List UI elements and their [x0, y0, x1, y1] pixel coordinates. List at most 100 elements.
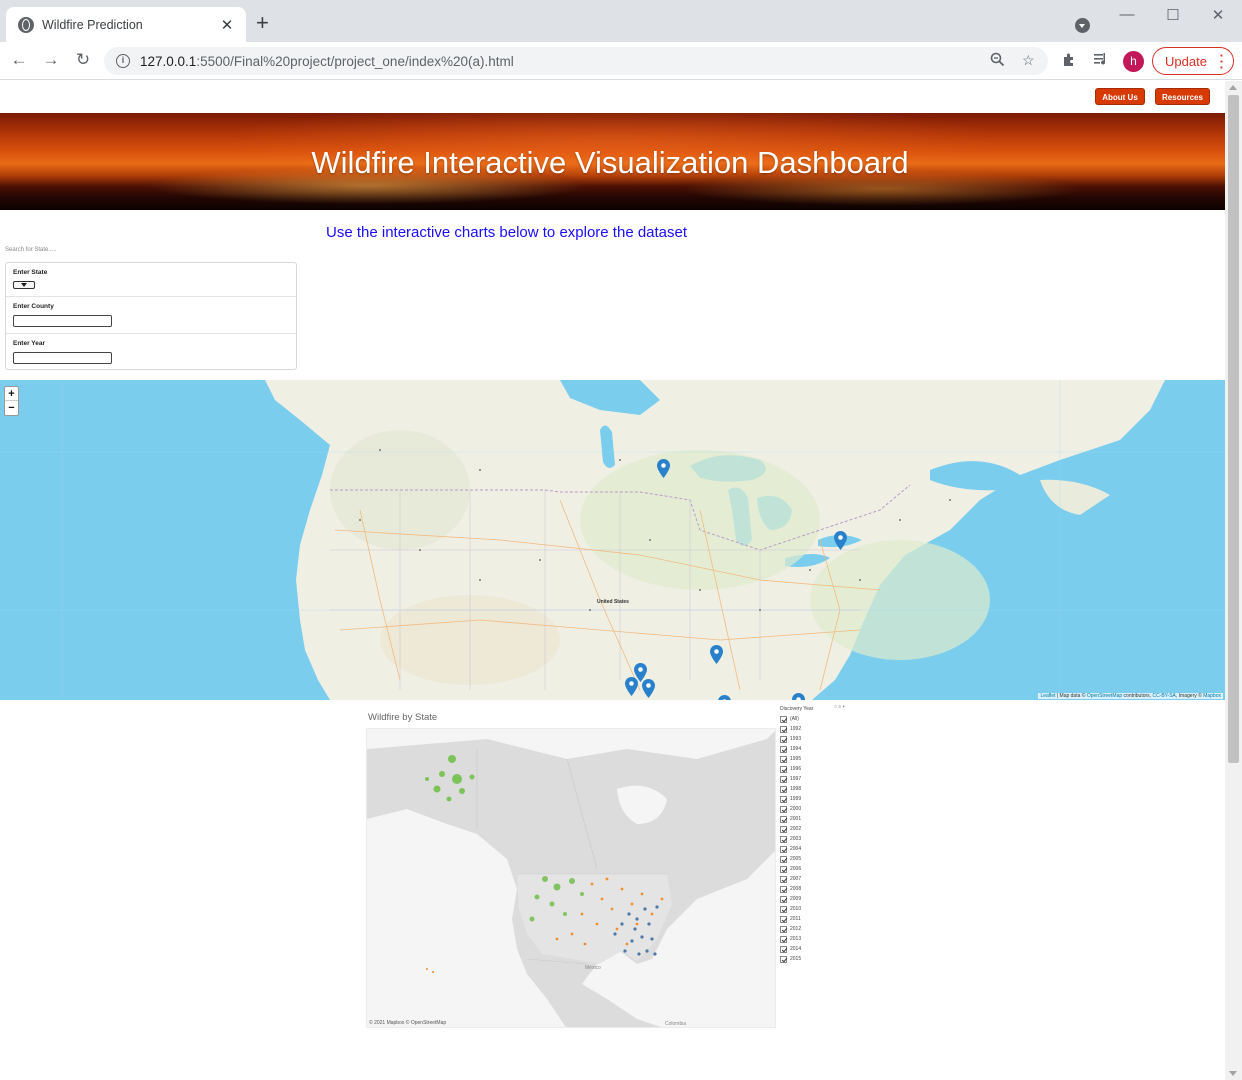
tab-search-icon[interactable] — [1075, 18, 1090, 33]
reload-button[interactable]: ↻ — [72, 50, 94, 70]
back-button[interactable]: ← — [8, 50, 30, 70]
map-marker-icon[interactable] — [792, 693, 805, 700]
browser-tab[interactable]: Wildfire Prediction ✕ — [6, 7, 246, 42]
checkbox-icon[interactable] — [780, 895, 787, 903]
page-scrollbar[interactable] — [1225, 81, 1242, 1080]
map-label-colombia: Colombia — [665, 1021, 687, 1027]
attribution-leaflet-link[interactable]: Leaflet — [1040, 693, 1055, 699]
checkbox-icon[interactable] — [780, 865, 787, 873]
leaflet-map[interactable]: United States + − Leaflet | Map data © O… — [0, 380, 1225, 700]
year-checkbox-item[interactable]: 2002 — [780, 824, 890, 834]
year-checkbox-item[interactable]: 2005 — [780, 854, 890, 864]
year-checkbox-item[interactable]: 2001 — [780, 814, 890, 824]
year-checkbox-item[interactable]: 1993 — [780, 734, 890, 744]
year-checkbox-item[interactable]: 2007 — [780, 874, 890, 884]
info-icon[interactable]: i — [116, 54, 130, 68]
attribution-mapbox-link[interactable]: Mapbox — [1203, 693, 1221, 699]
checkbox-icon[interactable] — [780, 835, 787, 843]
year-checkbox-item[interactable]: 1996 — [780, 764, 890, 774]
year-checkbox-item[interactable]: 2004 — [780, 844, 890, 854]
map-marker-icon[interactable] — [834, 531, 847, 550]
legend-search-icon[interactable]: ○ ⌕ ▾ — [834, 704, 845, 710]
bookmark-star-icon[interactable]: ☆ — [1022, 52, 1035, 69]
state-select[interactable] — [13, 281, 35, 289]
year-checkbox-item[interactable]: 1999 — [780, 794, 890, 804]
scrollbar-thumb[interactable] — [1228, 95, 1239, 763]
forward-button[interactable]: → — [40, 50, 62, 70]
year-checkbox-item[interactable]: 2003 — [780, 834, 890, 844]
tableau-map[interactable]: México Colombia © 2021 Mapbox © OpenStre… — [366, 728, 776, 1028]
checkbox-icon[interactable] — [780, 715, 787, 723]
checkbox-icon[interactable] — [780, 845, 787, 853]
menu-dots-icon[interactable]: · · · — [1220, 49, 1224, 74]
year-label: 2001 — [790, 816, 802, 822]
checkbox-icon[interactable] — [780, 745, 787, 753]
scroll-up-arrow-icon[interactable] — [1229, 85, 1237, 90]
zoom-in-button[interactable]: + — [5, 387, 18, 401]
checkbox-icon[interactable] — [780, 765, 787, 773]
year-checkbox-item[interactable]: 1998 — [780, 784, 890, 794]
minimize-button[interactable]: — — [1112, 6, 1142, 23]
checkbox-icon[interactable] — [780, 725, 787, 733]
year-label: 1998 — [790, 786, 802, 792]
year-checkbox-item[interactable]: 2000 — [780, 804, 890, 814]
checkbox-icon[interactable] — [780, 855, 787, 863]
address-bar[interactable]: i 127.0.0.1:5500/Final%20project/project… — [104, 47, 1048, 75]
checkbox-icon[interactable] — [780, 875, 787, 883]
attribution-license-link[interactable]: CC-BY-SA — [1152, 693, 1175, 699]
year-checkbox-item[interactable]: 2012 — [780, 924, 890, 934]
map-marker-icon[interactable] — [642, 679, 655, 698]
maximize-button[interactable]: ☐ — [1158, 6, 1188, 24]
year-checkbox-item[interactable]: 2008 — [780, 884, 890, 894]
extensions-icon[interactable] — [1062, 52, 1077, 70]
scroll-down-arrow-icon[interactable] — [1229, 1071, 1237, 1076]
zoom-icon[interactable] — [990, 52, 1005, 70]
zoom-out-button[interactable]: − — [5, 401, 18, 415]
media-control-icon[interactable] — [1093, 52, 1109, 69]
checkbox-icon[interactable] — [780, 885, 787, 893]
county-input[interactable] — [13, 315, 112, 327]
checkbox-icon[interactable] — [780, 945, 787, 953]
year-checkbox-item[interactable]: 2013 — [780, 934, 890, 944]
checkbox-icon[interactable] — [780, 735, 787, 743]
map-marker-icon[interactable] — [625, 677, 638, 696]
checkbox-icon[interactable] — [780, 955, 787, 963]
year-checkbox-item[interactable]: 2006 — [780, 864, 890, 874]
checkbox-icon[interactable] — [780, 925, 787, 933]
year-checkbox-item[interactable]: 1997 — [780, 774, 890, 784]
checkbox-icon[interactable] — [780, 935, 787, 943]
year-checkbox-item[interactable]: 2015 — [780, 954, 890, 964]
year-checkbox-item[interactable]: 2011 — [780, 914, 890, 924]
year-label: 2012 — [790, 926, 802, 932]
year-checkbox-item[interactable]: 1994 — [780, 744, 890, 754]
checkbox-icon[interactable] — [780, 775, 787, 783]
map-marker-icon[interactable] — [718, 695, 731, 700]
checkbox-icon[interactable] — [780, 795, 787, 803]
close-window-button[interactable]: ✕ — [1203, 6, 1233, 24]
attribution-osm-link[interactable]: OpenStreetMap — [1087, 693, 1122, 699]
map-marker-icon[interactable] — [657, 459, 670, 478]
tableau-title: Wildfire by State — [368, 712, 438, 723]
year-checkbox-item[interactable]: 1995 — [780, 754, 890, 764]
resources-button[interactable]: Resources — [1155, 88, 1210, 105]
close-tab-icon[interactable]: ✕ — [218, 16, 236, 34]
year-checkbox-item[interactable]: 2014 — [780, 944, 890, 954]
checkbox-icon[interactable] — [780, 755, 787, 763]
checkbox-icon[interactable] — [780, 785, 787, 793]
checkbox-icon[interactable] — [780, 825, 787, 833]
map-marker-icon[interactable] — [710, 645, 723, 664]
checkbox-icon[interactable] — [780, 915, 787, 923]
checkbox-icon[interactable] — [780, 815, 787, 823]
profile-avatar[interactable]: h — [1123, 51, 1144, 72]
year-checkbox-item[interactable]: 2010 — [780, 904, 890, 914]
year-checkbox-item[interactable]: 1992 — [780, 724, 890, 734]
checkbox-icon[interactable] — [780, 805, 787, 813]
year-input[interactable] — [13, 352, 112, 364]
year-checkbox-item[interactable]: 2009 — [780, 894, 890, 904]
new-tab-button[interactable]: + — [256, 12, 269, 34]
about-us-button[interactable]: About Us — [1095, 88, 1145, 105]
web-page: About Us Resources Wildfire Interactive … — [0, 81, 1225, 1080]
checkbox-icon[interactable] — [780, 905, 787, 913]
year-checkbox-item[interactable]: (All) — [780, 714, 890, 724]
update-button[interactable]: Update · · · — [1152, 47, 1234, 75]
